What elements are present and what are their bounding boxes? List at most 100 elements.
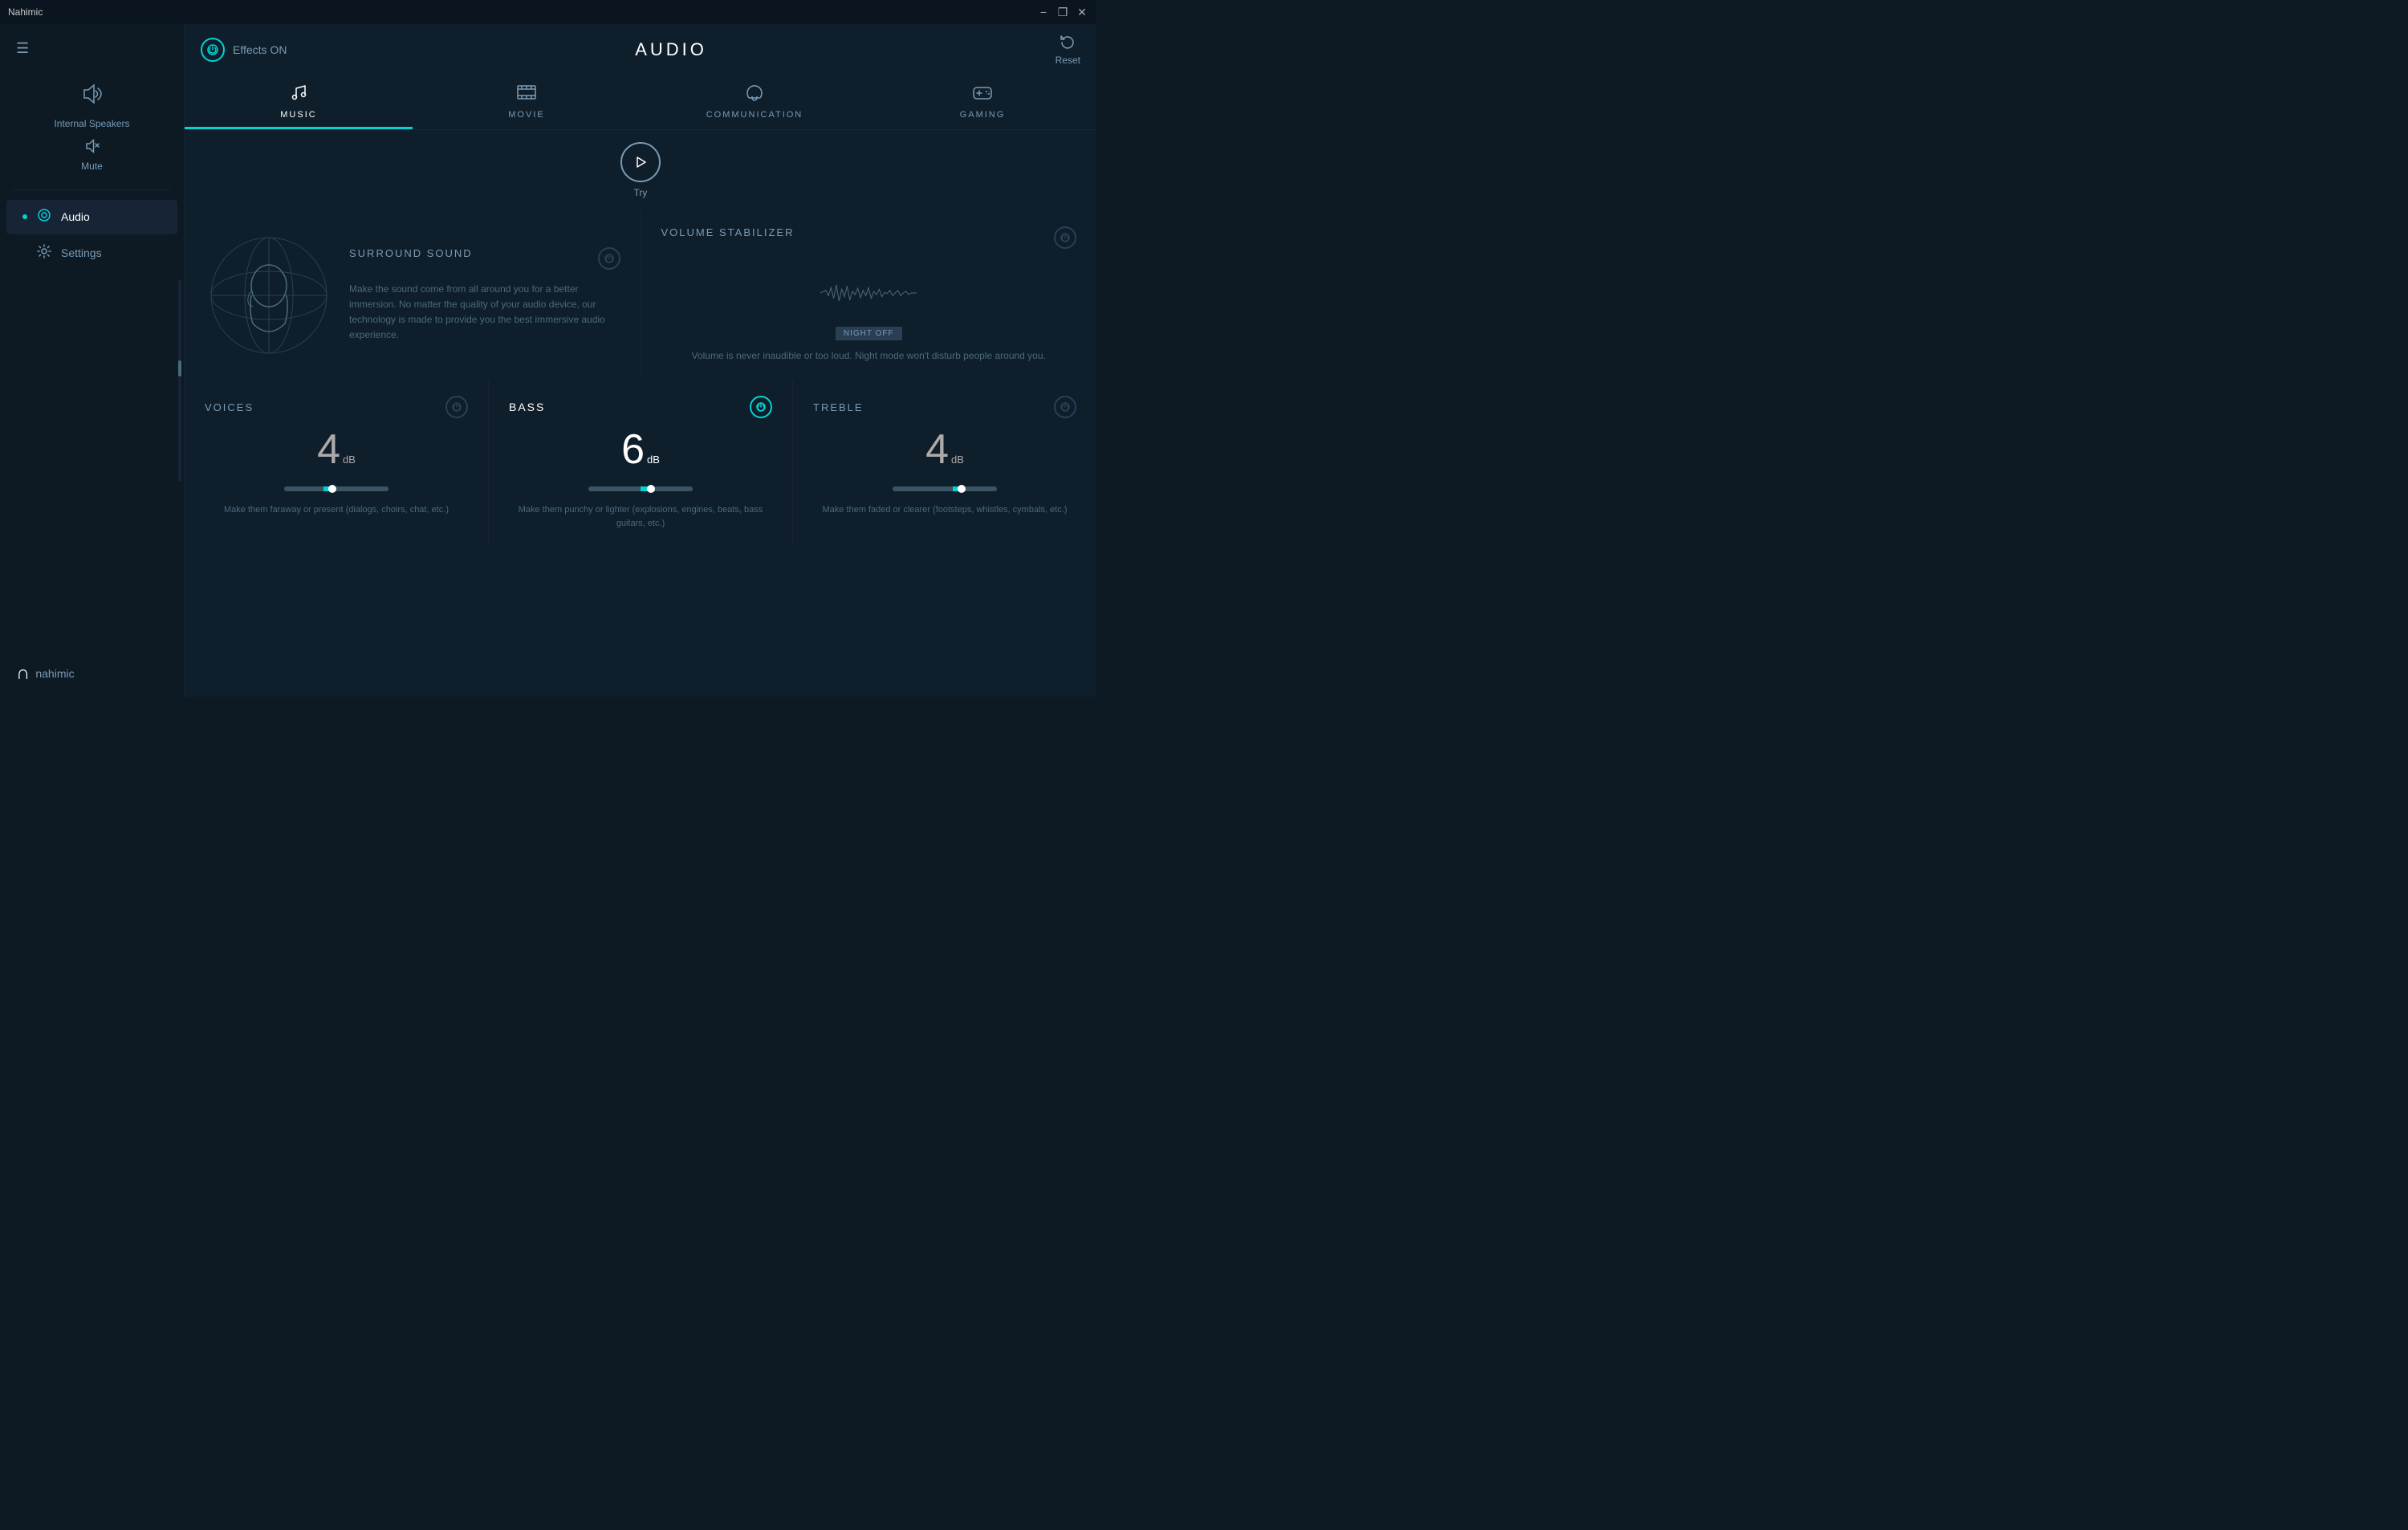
page-title: AUDIO <box>635 39 707 60</box>
surround-sound-panel: SURROUND SOUND Make the sound come from … <box>185 210 641 380</box>
night-mode-container: NIGHT OFF <box>661 325 1077 348</box>
treble-panel: TREBLE 4 dB <box>793 380 1096 546</box>
close-button[interactable]: ✕ <box>1076 6 1088 18</box>
audio-label: Audio <box>61 210 90 223</box>
tab-communication[interactable]: COMMUNICATION <box>641 75 868 129</box>
scrollbar-thumb[interactable] <box>178 360 181 376</box>
effects-label: Effects ON <box>233 43 287 56</box>
sidebar-nav: Audio Settings <box>0 190 184 650</box>
treble-header: TREBLE <box>813 396 1076 418</box>
speaker-label: Internal Speakers <box>54 117 129 131</box>
reset-button[interactable]: Reset <box>1056 34 1080 66</box>
bass-slider-thumb[interactable] <box>647 485 655 493</box>
bass-desc: Make them punchy or lighter (explosions,… <box>509 503 772 530</box>
treble-title: TREBLE <box>813 401 864 413</box>
voices-title: VOICES <box>205 401 254 413</box>
speaker-section: Internal Speakers Mute <box>12 73 172 189</box>
surround-power-button[interactable] <box>598 247 620 270</box>
main-content: Effects ON AUDIO Reset <box>185 24 1096 697</box>
settings-label: Settings <box>61 246 102 259</box>
logo-icon: ∩ <box>16 662 29 685</box>
logo-text: nahimic <box>35 667 74 680</box>
treble-slider[interactable] <box>813 486 1076 491</box>
voices-unit: dB <box>343 454 356 466</box>
vstab-desc: Volume is never inaudible or too loud. N… <box>661 348 1077 364</box>
bass-value-display: 6 dB <box>621 429 660 470</box>
bass-unit: dB <box>647 454 660 466</box>
hamburger-menu[interactable]: ☰ <box>12 36 33 61</box>
maximize-button[interactable]: ❐ <box>1056 6 1069 18</box>
volume-stabilizer-panel: VOLUME STABILIZER <box>641 210 1097 380</box>
bottom-panels: VOICES 4 dB <box>185 380 1096 546</box>
gaming-icon <box>972 83 993 106</box>
movie-icon <box>517 83 536 106</box>
voices-slider-thumb[interactable] <box>328 485 336 493</box>
surround-header: SURROUND SOUND <box>349 247 620 270</box>
sidebar-item-audio[interactable]: Audio <box>6 200 177 234</box>
sidebar: ☰ Internal Speakers Mut <box>0 24 185 697</box>
speaker-icon <box>79 81 105 112</box>
bass-slider[interactable] <box>509 486 772 491</box>
vstab-header: VOLUME STABILIZER <box>661 226 1077 249</box>
mute-icon[interactable] <box>83 137 101 160</box>
sidebar-top: ☰ Internal Speakers Mut <box>0 24 184 189</box>
treble-value-display: 4 dB <box>925 429 964 470</box>
surround-visual <box>205 231 333 360</box>
vstab-wave <box>661 269 1077 317</box>
treble-value: 4 <box>925 429 949 470</box>
tab-gaming[interactable]: GAMING <box>868 75 1096 129</box>
window-controls: − ❐ ✕ <box>1037 6 1088 18</box>
minimize-button[interactable]: − <box>1037 6 1050 18</box>
bass-panel: BASS 6 dB <box>489 380 792 546</box>
movie-tab-label: MOVIE <box>508 110 544 120</box>
settings-icon <box>37 244 51 262</box>
music-icon <box>290 83 307 106</box>
scrollbar-track <box>178 279 181 481</box>
tab-movie[interactable]: MOVIE <box>413 75 641 129</box>
voices-value: 4 <box>317 429 340 470</box>
voices-desc: Make them faraway or present (dialogs, c… <box>224 503 449 517</box>
surround-content: SURROUND SOUND Make the sound come from … <box>349 247 620 344</box>
content-header: Effects ON AUDIO Reset <box>185 24 1096 75</box>
communication-tab-label: COMMUNICATION <box>706 110 803 120</box>
voices-header: VOICES <box>205 396 468 418</box>
voices-slider[interactable] <box>205 486 468 491</box>
try-label: Try <box>634 187 648 198</box>
try-button[interactable]: Try <box>620 142 661 198</box>
sidebar-item-settings[interactable]: Settings <box>6 236 177 271</box>
tab-music[interactable]: MUSIC <box>185 75 413 129</box>
voices-panel: VOICES 4 dB <box>185 380 488 546</box>
surround-title: SURROUND SOUND <box>349 247 473 259</box>
effects-power-icon[interactable] <box>201 38 225 62</box>
effects-toggle[interactable]: Effects ON <box>201 38 287 62</box>
active-indicator <box>22 214 27 219</box>
treble-power-button[interactable] <box>1054 396 1076 418</box>
vstab-title: VOLUME STABILIZER <box>661 226 795 238</box>
audio-icon <box>37 208 51 226</box>
try-section: Try <box>185 130 1096 210</box>
titlebar: Nahimic − ❐ ✕ <box>0 0 1096 24</box>
bass-title: BASS <box>509 401 545 413</box>
try-play-icon[interactable] <box>620 142 661 182</box>
audio-tabs: MUSIC MOVIE <box>185 75 1096 130</box>
treble-slider-thumb[interactable] <box>958 485 966 493</box>
reset-label: Reset <box>1056 55 1080 66</box>
gaming-tab-label: GAMING <box>960 110 1006 120</box>
voices-power-button[interactable] <box>445 396 468 418</box>
bass-value: 6 <box>621 429 645 470</box>
music-tab-label: MUSIC <box>280 110 316 120</box>
treble-desc: Make them faded or clearer (footsteps, w… <box>822 503 1067 517</box>
app-title: Nahimic <box>8 6 43 18</box>
night-mode-badge: NIGHT OFF <box>836 327 902 340</box>
treble-unit: dB <box>951 454 964 466</box>
app-body: ☰ Internal Speakers Mut <box>0 24 1096 697</box>
voices-value-display: 4 dB <box>317 429 356 470</box>
mute-label: Mute <box>81 160 103 173</box>
bass-power-button[interactable] <box>750 396 772 418</box>
top-panels: SURROUND SOUND Make the sound come from … <box>185 210 1096 380</box>
bass-header: BASS <box>509 396 772 418</box>
communication-icon <box>745 83 764 106</box>
vstab-power-button[interactable] <box>1054 226 1076 249</box>
sidebar-logo: ∩ nahimic <box>0 650 184 697</box>
surround-desc: Make the sound come from all around you … <box>349 282 620 344</box>
